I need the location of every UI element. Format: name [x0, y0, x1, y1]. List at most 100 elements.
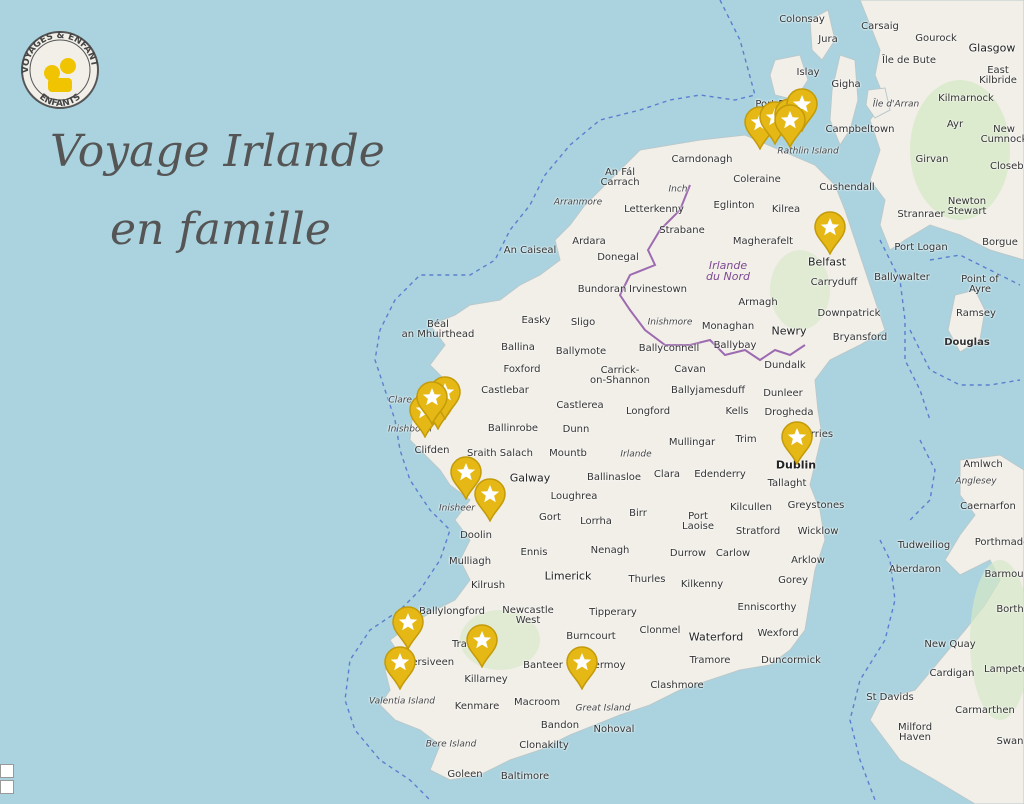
map-label: Easky	[521, 315, 551, 326]
map-marker-pin[interactable]	[473, 478, 507, 522]
map-label: Great Island	[575, 703, 631, 714]
map-label: Dunn	[562, 424, 590, 435]
page-title-line1: Voyage Irlande	[50, 126, 385, 177]
map-label: Sligo	[570, 317, 596, 328]
map-label: Kilrea	[771, 204, 801, 215]
map-label: Rathlin Island	[777, 146, 839, 157]
map-label: Duncormick	[761, 655, 821, 666]
map-label: Coleraine	[733, 174, 781, 185]
map-label: Clonakilty	[519, 740, 569, 751]
map-label: Campbeltown	[825, 124, 895, 135]
map-label: Clara	[653, 469, 681, 480]
map-label: Tramore	[689, 655, 731, 666]
zoom-control[interactable]	[0, 764, 14, 804]
map-label: Wexford	[757, 628, 799, 639]
map-label: Greystones	[787, 500, 845, 511]
map-label: Borgue	[982, 237, 1018, 248]
map-label: Barmou	[984, 569, 1024, 580]
map-label: Ennis	[520, 547, 548, 558]
map-label: Enniscorthy	[737, 602, 797, 613]
map-label: Loughrea	[550, 491, 598, 502]
map-label: Irvinestown	[628, 284, 688, 295]
map-label: Lorrha	[580, 516, 612, 527]
map-label: Wicklow	[797, 526, 839, 537]
map-label: Clonmel	[639, 625, 681, 636]
map-label: Goleen	[447, 769, 483, 780]
map-label: Kilmarnock	[938, 93, 994, 104]
map-label: Dundalk	[764, 360, 806, 371]
map-label: Kenmare	[454, 701, 500, 712]
map-label: Nenagh	[590, 545, 630, 556]
map-label: Monaghan	[701, 321, 755, 332]
map-label: Gort	[539, 512, 561, 523]
map-label: Béal an Mhuirthead	[401, 319, 475, 340]
map-label: Carlow	[715, 548, 751, 559]
map-label: Letterkenny	[624, 204, 684, 215]
map-label: Islay	[796, 67, 820, 78]
map-label: Carmarthen	[955, 705, 1015, 716]
map-label: Magherafelt	[732, 236, 794, 247]
map-label: Cavan	[674, 364, 706, 375]
region-label: Irlande du Nord	[706, 259, 750, 283]
map-stage[interactable]: Colonsay Jura Islay Carsaig Gourock Glas…	[0, 0, 1024, 804]
map-label: Eglinton	[713, 200, 755, 211]
map-label: Nohoval	[593, 724, 635, 735]
map-marker-pin[interactable]	[773, 104, 807, 148]
map-label: Swan	[996, 736, 1024, 747]
map-label: Waterford	[688, 630, 744, 644]
map-label: Inisheer	[438, 503, 476, 514]
map-label: Bundoran	[577, 284, 627, 295]
map-label: Carryduff	[810, 277, 858, 288]
map-label: Thurles	[628, 574, 666, 585]
map-label: Bere Island	[425, 739, 477, 750]
map-label: Ayr	[946, 119, 964, 130]
map-label: Girvan	[915, 154, 949, 165]
map-label: Castlerea	[556, 400, 604, 411]
map-label: Bryansford	[832, 332, 888, 343]
map-marker-pin[interactable]	[780, 421, 814, 465]
map-label: Stranraer	[897, 209, 945, 220]
logo: VOYAGES & ENFANTS ENFANTS	[10, 28, 99, 109]
map-canvas[interactable]	[0, 0, 1024, 804]
map-label: Galway	[509, 471, 551, 485]
map-label: Drogheda	[764, 407, 814, 418]
map-label: Caernarfon	[960, 501, 1016, 512]
map-label: Ballyconnell	[638, 343, 700, 354]
map-label: Durrow	[669, 548, 707, 559]
map-label: Castlebar	[481, 385, 529, 396]
map-label: Carrick- on-Shannon	[589, 365, 651, 386]
map-marker-pin[interactable]	[415, 381, 449, 425]
map-marker-pin[interactable]	[391, 606, 425, 650]
map-label: Ramsey	[956, 308, 996, 319]
map-label: Ballymote	[555, 346, 607, 357]
map-label: Borth	[996, 604, 1024, 615]
map-label: Arranmore	[553, 197, 603, 208]
map-label: Longford	[625, 406, 671, 417]
map-label: Ballywalter	[874, 272, 930, 283]
map-label: Aberdaron	[888, 564, 942, 575]
map-label: Carndonagh	[671, 154, 733, 165]
map-label: Armagh	[738, 297, 778, 308]
map-label: Ballinasloe	[586, 472, 642, 483]
map-label: Gigha	[831, 79, 861, 90]
map-label: Closebu	[990, 161, 1024, 172]
map-label: An Fál Carrach	[600, 167, 640, 188]
map-marker-pin[interactable]	[465, 624, 499, 668]
map-marker-pin[interactable]	[383, 646, 417, 690]
map-label: Port Logan	[894, 242, 948, 253]
map-marker-pin[interactable]	[813, 211, 847, 255]
zoom-out-button[interactable]	[0, 780, 14, 794]
map-marker-pin[interactable]	[565, 646, 599, 690]
map-label: Ballylongford	[419, 606, 485, 617]
map-label: Newton Stewart	[947, 196, 987, 217]
map-label: Clashmore	[650, 680, 704, 691]
zoom-in-button[interactable]	[0, 764, 14, 778]
map-label: Île de Bute	[881, 55, 937, 66]
map-label: Amlwch	[963, 459, 1003, 470]
map-label: Jura	[818, 34, 838, 45]
map-label: Cardigan	[929, 668, 975, 679]
map-label: An Caiseal	[503, 245, 557, 256]
map-label: Lampete	[983, 664, 1024, 675]
map-label: Gorey	[778, 575, 808, 586]
map-label: Kilcullen	[730, 502, 772, 513]
